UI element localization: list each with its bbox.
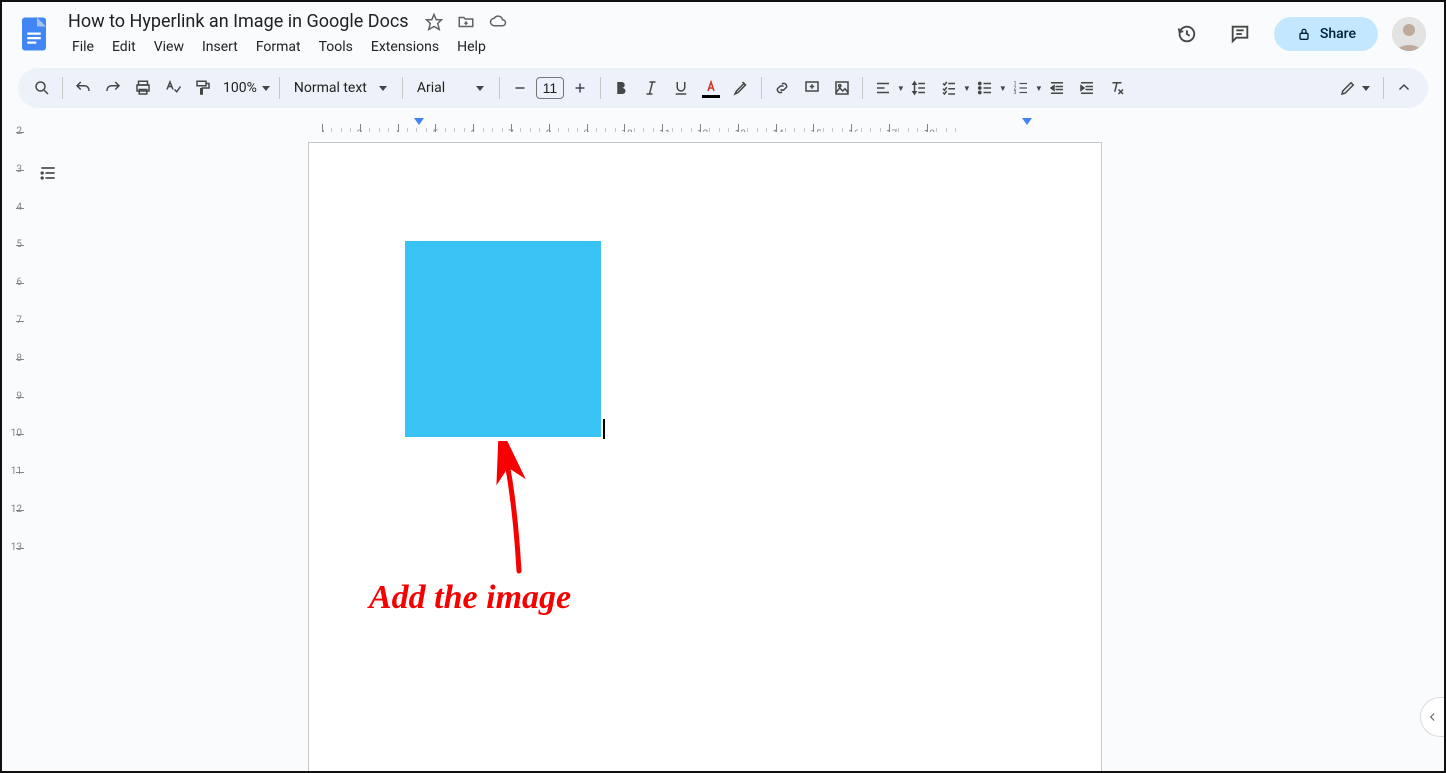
document-title[interactable]: How to Hyperlink an Image in Google Docs — [64, 10, 413, 33]
last-edit-icon[interactable] — [1166, 14, 1206, 54]
horizontal-ruler[interactable]: 23456789101112131415161718 — [322, 118, 1444, 132]
comments-icon[interactable] — [1220, 14, 1260, 54]
font-size-input[interactable] — [536, 77, 564, 99]
docs-logo[interactable] — [14, 14, 54, 54]
menu-item-format[interactable]: Format — [248, 35, 309, 59]
page[interactable]: Add the image — [308, 142, 1102, 771]
annotation-arrow — [493, 441, 553, 581]
decrease-indent-icon[interactable] — [1043, 74, 1071, 102]
decrease-font-size-icon[interactable] — [506, 74, 534, 102]
move-to-folder-icon[interactable] — [457, 13, 475, 31]
titlebar: How to Hyperlink an Image in Google Docs… — [2, 2, 1444, 66]
increase-font-size-icon[interactable] — [566, 74, 594, 102]
paint-format-icon[interactable] — [189, 74, 217, 102]
annotation-text: Add the image — [369, 579, 571, 617]
spellcheck-icon[interactable] — [159, 74, 187, 102]
bulleted-list-icon[interactable] — [971, 74, 999, 102]
italic-icon[interactable] — [637, 74, 665, 102]
font-family-dropdown[interactable]: Arial — [409, 80, 493, 96]
add-comment-icon[interactable] — [798, 74, 826, 102]
toolbar: 100% Normal text Arial ▼ ▼ ▼ 123 ▼ — [18, 68, 1428, 108]
star-icon[interactable] — [425, 13, 443, 31]
right-indent-marker[interactable] — [1022, 118, 1032, 125]
numbered-list-icon[interactable]: 123 — [1007, 74, 1035, 102]
zoom-dropdown[interactable]: 100% — [219, 80, 273, 96]
numbered-list-dropdown-caret[interactable]: ▼ — [1035, 84, 1041, 93]
menu-item-help[interactable]: Help — [449, 35, 494, 59]
paragraph-style-dropdown[interactable]: Normal text — [286, 80, 396, 96]
underline-icon[interactable] — [667, 74, 695, 102]
text-cursor — [603, 419, 605, 439]
line-spacing-icon[interactable] — [905, 74, 933, 102]
align-icon[interactable] — [869, 74, 897, 102]
menu-item-insert[interactable]: Insert — [194, 35, 246, 59]
menu-item-extensions[interactable]: Extensions — [363, 35, 447, 59]
vertical-ruler[interactable]: 2345678910111213 — [6, 132, 24, 771]
bold-icon[interactable] — [607, 74, 635, 102]
document-outline-icon[interactable] — [33, 158, 63, 188]
editing-mode-dropdown[interactable] — [1333, 79, 1377, 97]
undo-icon[interactable] — [69, 74, 97, 102]
left-indent-marker[interactable] — [414, 118, 424, 125]
document-canvas[interactable]: Add the image — [72, 132, 1444, 771]
horizontal-ruler-row: 23456789101112131415161718 — [2, 116, 1444, 132]
cloud-status-icon[interactable] — [489, 13, 507, 31]
svg-text:3: 3 — [1013, 90, 1016, 96]
collapse-toolbar-icon[interactable] — [1390, 74, 1418, 102]
checklist-dropdown-caret[interactable]: ▼ — [963, 84, 969, 93]
workspace: 2345678910111213 Add the image — [2, 132, 1444, 771]
search-menus-icon[interactable] — [28, 74, 56, 102]
inserted-image-placeholder[interactable] — [405, 241, 601, 437]
clear-formatting-icon[interactable] — [1103, 74, 1131, 102]
highlight-color-icon[interactable] — [727, 74, 755, 102]
share-button[interactable]: Share — [1274, 17, 1378, 51]
bulleted-list-dropdown-caret[interactable]: ▼ — [999, 84, 1005, 93]
share-button-label: Share — [1320, 26, 1356, 42]
checklist-icon[interactable] — [935, 74, 963, 102]
menubar: FileEditViewInsertFormatToolsExtensionsH… — [60, 33, 1166, 59]
text-color-icon[interactable] — [697, 74, 725, 102]
print-icon[interactable] — [129, 74, 157, 102]
insert-image-icon[interactable] — [828, 74, 856, 102]
menu-item-file[interactable]: File — [64, 35, 102, 59]
align-dropdown-caret[interactable]: ▼ — [897, 84, 903, 93]
increase-indent-icon[interactable] — [1073, 74, 1101, 102]
menu-item-tools[interactable]: Tools — [311, 35, 361, 59]
insert-link-icon[interactable] — [768, 74, 796, 102]
menu-item-edit[interactable]: Edit — [104, 35, 144, 59]
redo-icon[interactable] — [99, 74, 127, 102]
menu-item-view[interactable]: View — [146, 35, 192, 59]
avatar[interactable] — [1392, 17, 1426, 51]
